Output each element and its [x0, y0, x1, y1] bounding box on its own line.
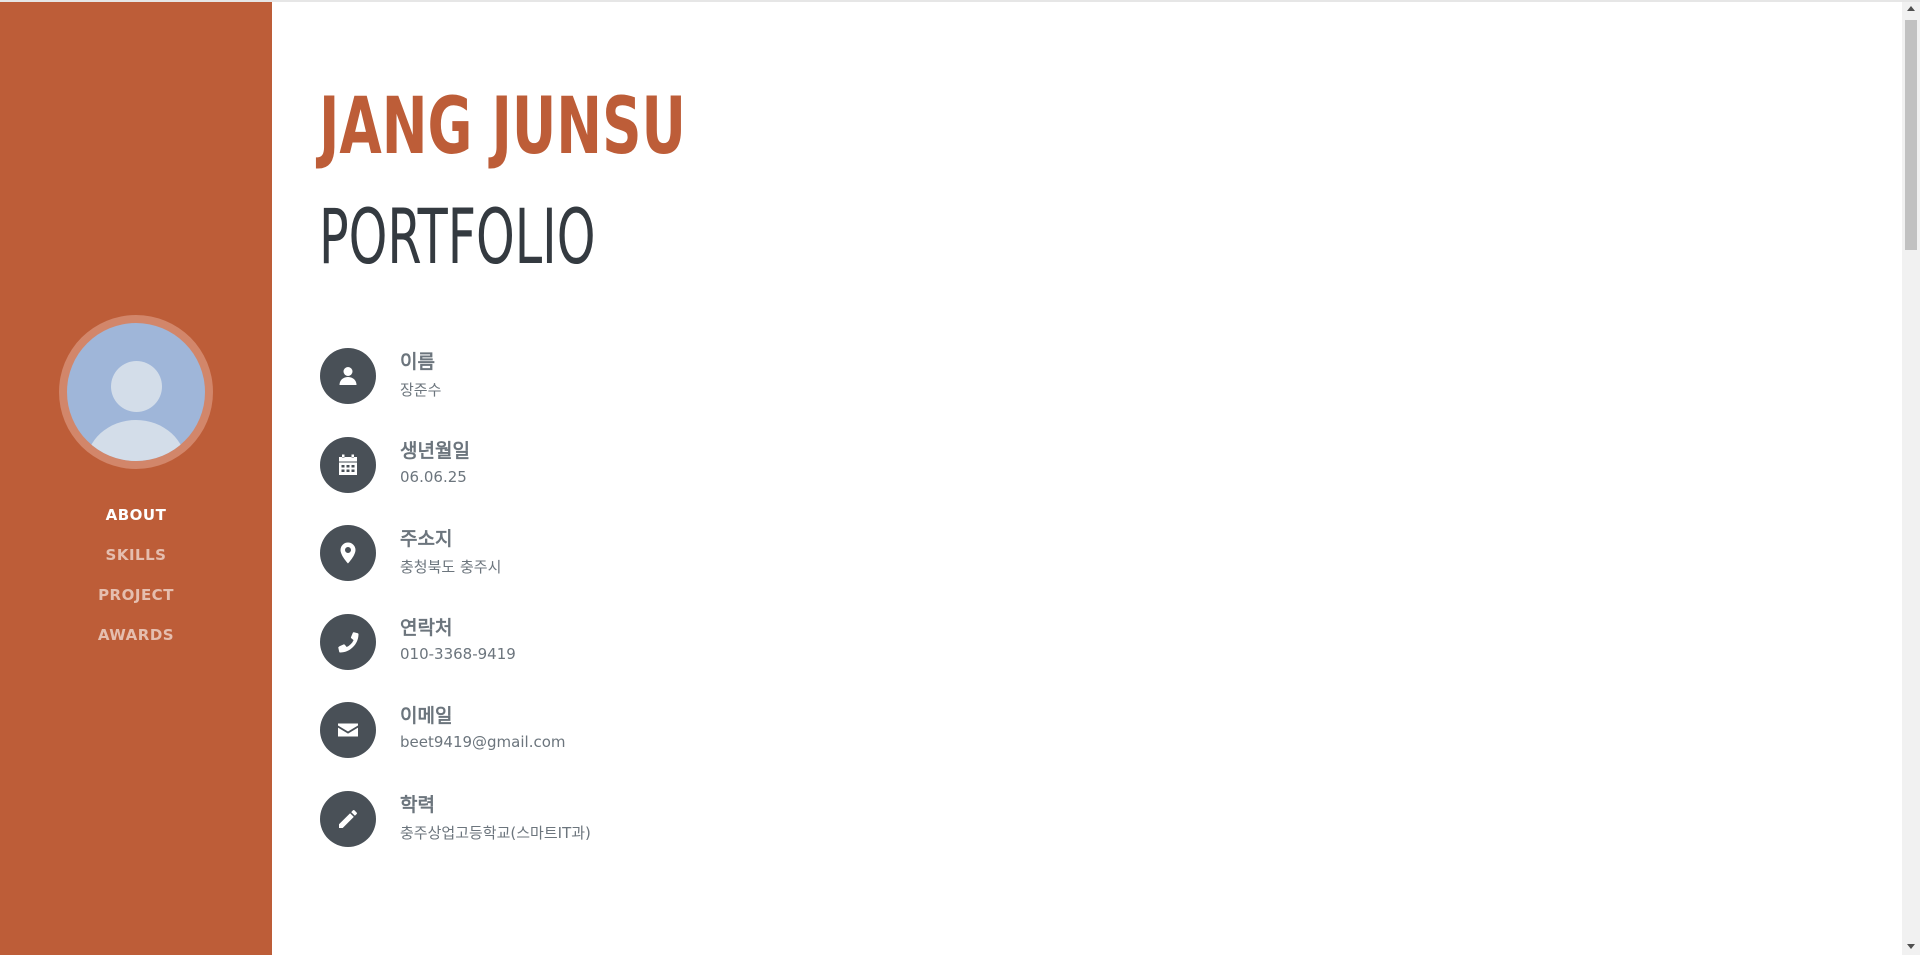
nav-item-awards: AWARDS	[0, 615, 272, 655]
phone-icon	[320, 613, 376, 670]
vertical-scrollbar[interactable]	[1902, 2, 1920, 955]
envelope-icon	[320, 702, 376, 758]
avatar-body-shape	[86, 420, 186, 461]
nav-link-project[interactable]: PROJECT	[98, 586, 174, 604]
info-label: 학력	[400, 793, 435, 816]
nav-link-about[interactable]: ABOUT	[106, 506, 167, 524]
map-marker-icon	[320, 525, 376, 581]
info-value: 장준수	[400, 381, 442, 399]
main-content: JANG JUNSU PORTFOLIO 이름 장준수 생년월일 06.06.2…	[272, 2, 1900, 955]
sidebar-nav: ABOUT SKILLS PROJECT AWARDS	[0, 495, 272, 655]
nav-link-awards[interactable]: AWARDS	[98, 626, 174, 644]
nav-item-skills: SKILLS	[0, 535, 272, 575]
scroll-down-arrow-icon[interactable]	[1907, 944, 1915, 949]
info-label: 이메일	[400, 705, 453, 727]
info-value: 06.06.25	[400, 467, 467, 486]
scrollbar-thumb[interactable]	[1905, 20, 1917, 250]
scroll-up-arrow-icon[interactable]	[1907, 6, 1915, 11]
info-value: beet9419@gmail.com	[400, 733, 566, 751]
info-label: 생년월일	[400, 439, 470, 462]
info-value: 충청북도 충주시	[400, 558, 502, 576]
portfolio-heading: PORTFOLIO	[319, 192, 596, 281]
nav-item-project: PROJECT	[0, 575, 272, 615]
user-icon	[320, 348, 376, 404]
pencil-icon	[320, 790, 376, 847]
info-value: 충주상업고등학교(스마트IT과)	[400, 823, 591, 842]
info-label: 주소지	[400, 528, 453, 550]
avatar-head-shape	[111, 361, 162, 412]
info-label: 연락처	[400, 616, 453, 639]
sidebar: ABOUT SKILLS PROJECT AWARDS	[0, 2, 272, 955]
profile-avatar[interactable]	[59, 315, 213, 469]
nav-link-skills[interactable]: SKILLS	[106, 546, 167, 564]
name-heading: JANG JUNSU	[319, 82, 686, 172]
calendar-icon	[320, 436, 376, 493]
info-label: 이름	[400, 351, 435, 373]
info-value: 010-3368-9419	[400, 644, 516, 663]
avatar-placeholder-icon	[67, 323, 205, 461]
nav-item-about: ABOUT	[0, 495, 272, 535]
